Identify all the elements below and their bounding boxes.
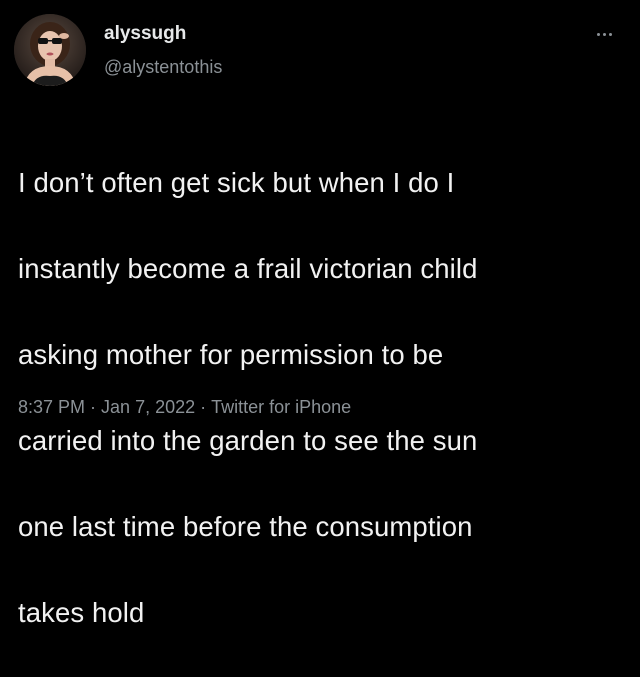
- avatar[interactable]: [14, 14, 86, 86]
- tweet-time[interactable]: 8:37 PM: [18, 397, 85, 417]
- profile-photo-icon: [14, 14, 86, 86]
- more-options-button[interactable]: [588, 28, 620, 40]
- tweet-text-line: I don’t often get sick but when I do I: [18, 167, 455, 198]
- ellipsis-icon: [608, 32, 612, 36]
- tweet-text-line: instantly become a frail victorian child: [18, 253, 478, 284]
- separator: ·: [90, 397, 97, 417]
- tweet-source[interactable]: Twitter for iPhone: [211, 397, 351, 417]
- tweet-date[interactable]: Jan 7, 2022: [101, 397, 195, 417]
- tweet-text-line: asking mother for permission to be: [18, 339, 444, 370]
- tweet-text-line: carried into the garden to see the sun: [18, 425, 478, 456]
- tweet-card: alyssugh @alystentothis I don’t often ge…: [0, 0, 640, 628]
- tweet-text-line: one last time before the consumption: [18, 511, 473, 542]
- tweet-metadata: 8:37 PM · Jan 7, 2022 · Twitter for iPhone: [18, 398, 351, 416]
- ellipsis-icon: [602, 32, 606, 36]
- separator: ·: [200, 397, 207, 417]
- tweet-text-line: takes hold: [18, 597, 145, 628]
- ellipsis-icon: [596, 32, 600, 36]
- author-handle[interactable]: @alystentothis: [104, 58, 222, 76]
- author-display-name[interactable]: alyssugh: [104, 24, 186, 43]
